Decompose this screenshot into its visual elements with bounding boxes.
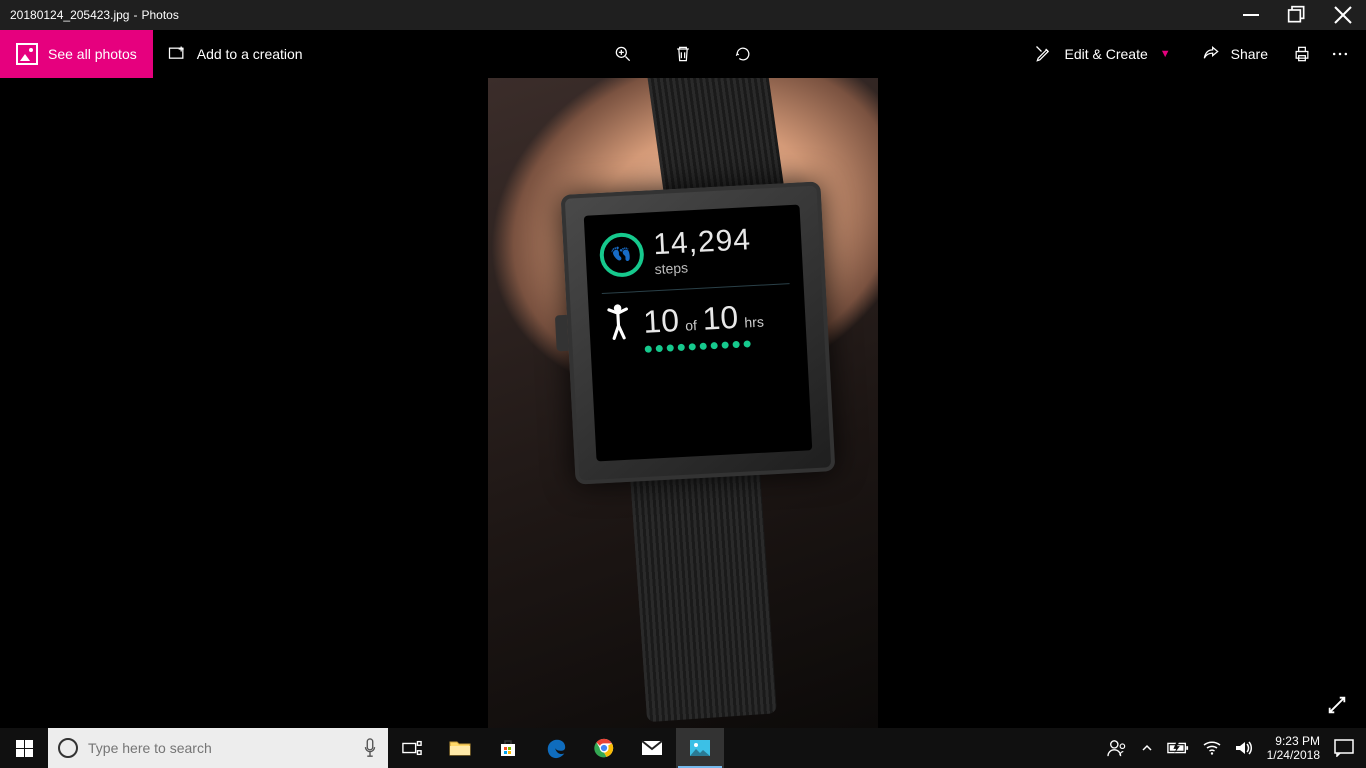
edge-icon [545, 737, 567, 759]
chrome-icon [594, 738, 614, 758]
fullscreen-icon [1326, 694, 1348, 716]
share-icon [1201, 44, 1221, 64]
taskbar-search[interactable] [48, 728, 388, 768]
mail-icon [641, 740, 663, 756]
close-button[interactable] [1320, 0, 1366, 30]
mail-button[interactable] [628, 728, 676, 768]
file-explorer-button[interactable] [436, 728, 484, 768]
trash-icon [673, 44, 693, 64]
collection-icon [16, 43, 38, 65]
photo-viewport[interactable]: 👣 14,294 steps 10 of [0, 78, 1366, 728]
edit-create-label: Edit & Create [1064, 46, 1147, 62]
window-titlebar: 20180124_205423.jpg - Photos [0, 0, 1366, 30]
maximize-button[interactable] [1274, 0, 1320, 30]
edit-create-button[interactable]: Edit & Create ▼ [1028, 30, 1176, 78]
start-button[interactable] [0, 728, 48, 768]
watch-screen: 👣 14,294 steps 10 of [584, 205, 813, 462]
active-person-icon [602, 302, 634, 344]
more-icon [1330, 44, 1350, 64]
notifications-icon[interactable] [1334, 739, 1354, 757]
add-creation-label: Add to a creation [197, 46, 303, 62]
zoom-button[interactable] [613, 30, 633, 78]
steps-icon: 👣 [599, 232, 645, 278]
photo-content: 👣 14,294 steps 10 of [488, 78, 878, 728]
photos-icon [689, 739, 711, 757]
chevron-down-icon: ▼ [1160, 48, 1171, 60]
hours-unit: hrs [744, 313, 764, 330]
task-view-icon [402, 740, 422, 756]
tray-time: 9:23 PM [1267, 734, 1320, 748]
window-filename: 20180124_205423.jpg [10, 8, 129, 22]
mic-icon [362, 738, 378, 758]
add-creation-icon [167, 44, 187, 64]
photos-app-button[interactable] [676, 728, 724, 768]
volume-icon[interactable] [1235, 740, 1253, 756]
taskbar-clock[interactable]: 9:23 PM 1/24/2018 [1267, 734, 1320, 763]
rotate-button[interactable] [733, 30, 753, 78]
rotate-icon [733, 44, 753, 64]
system-tray: 9:23 PM 1/24/2018 [1107, 734, 1366, 763]
app-toolbar: See all photos Add to a creation Edit & … [0, 30, 1366, 78]
folder-icon [449, 739, 471, 757]
people-icon[interactable] [1107, 739, 1127, 757]
hours-of: of [685, 317, 698, 334]
fullscreen-button[interactable] [1326, 694, 1348, 716]
delete-button[interactable] [673, 30, 693, 78]
tray-overflow-icon[interactable] [1141, 742, 1153, 754]
minimize-button[interactable] [1228, 0, 1274, 30]
watch-body: 👣 14,294 steps 10 of [561, 181, 836, 484]
search-input[interactable] [88, 740, 352, 756]
print-icon [1292, 44, 1312, 64]
edge-button[interactable] [532, 728, 580, 768]
task-view-button[interactable] [388, 728, 436, 768]
cortana-icon [58, 738, 78, 758]
more-button[interactable] [1330, 30, 1350, 78]
share-label: Share [1231, 46, 1268, 62]
see-all-photos-button[interactable]: See all photos [0, 30, 153, 78]
tray-date: 1/24/2018 [1267, 748, 1320, 762]
wifi-icon[interactable] [1203, 741, 1221, 755]
hours-done: 10 [642, 302, 679, 341]
store-button[interactable] [484, 728, 532, 768]
taskbar: 9:23 PM 1/24/2018 [0, 728, 1366, 768]
print-button[interactable] [1292, 30, 1312, 78]
steps-label: steps [654, 257, 752, 276]
steps-value: 14,294 [653, 225, 752, 260]
windows-icon [16, 740, 33, 757]
share-button[interactable]: Share [1195, 30, 1274, 78]
edit-icon [1034, 44, 1054, 64]
add-to-creation-button[interactable]: Add to a creation [153, 30, 317, 78]
window-appname: Photos [141, 8, 178, 22]
chrome-button[interactable] [580, 728, 628, 768]
see-all-label: See all photos [48, 46, 137, 62]
hours-total: 10 [702, 298, 739, 337]
zoom-in-icon [613, 44, 633, 64]
battery-icon[interactable] [1167, 741, 1189, 755]
store-icon [498, 738, 518, 758]
